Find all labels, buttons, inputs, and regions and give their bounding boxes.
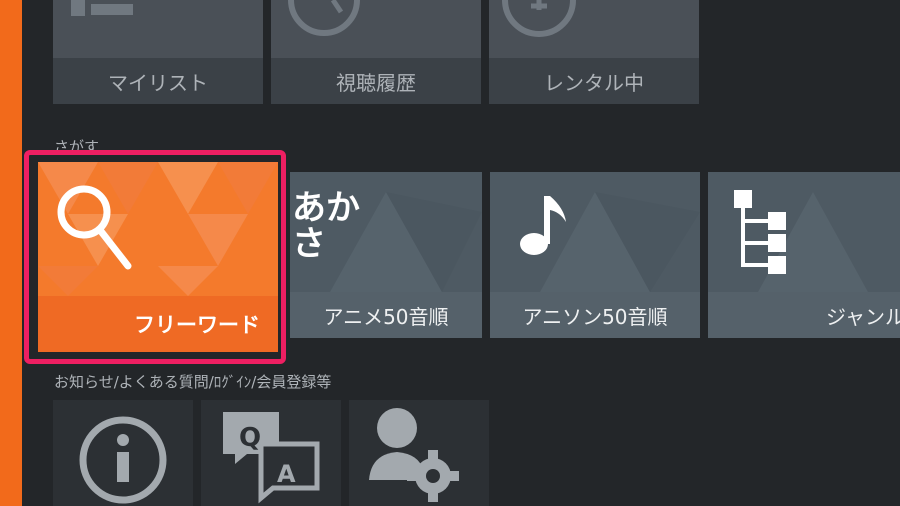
anime-kana-label: アニメ50音順 [290, 292, 482, 338]
mylist-label: マイリスト [108, 70, 208, 95]
user-settings-icon [369, 408, 459, 502]
freeword-tile[interactable]: フリーワード [38, 162, 278, 352]
search-icon [57, 185, 132, 270]
genre-label: ジャンル [708, 292, 900, 338]
history-icon [288, 0, 360, 36]
freeword-label: フリーワード [38, 296, 278, 352]
music-note-icon [520, 196, 566, 255]
anison-kana-label: アニソン50音順 [490, 292, 700, 338]
svg-text:Q: Q [239, 423, 261, 453]
rental-label: レンタル中 [544, 70, 644, 95]
rental-icon [502, 0, 576, 37]
info-icon [79, 416, 167, 504]
info-section-title: お知らせ/よくある質問/ﾛｸﾞｲﾝ/会員登録等 [54, 373, 332, 391]
kana-icon: あかさ [292, 188, 360, 264]
qa-icon: Q A [223, 412, 320, 504]
info-tile[interactable] [53, 400, 193, 506]
history-label: 視聴履歴 [336, 70, 416, 95]
history-tile[interactable]: 視聴履歴 [271, 0, 481, 104]
anison-kana-tile[interactable]: アニソン50音順 [490, 172, 700, 338]
anime-kana-tile[interactable]: あかさ アニメ50音順 [290, 172, 482, 338]
svg-text:A: A [277, 460, 296, 488]
account-tile[interactable] [349, 400, 489, 506]
tree-icon [734, 190, 786, 274]
genre-tile[interactable]: ジャンル [708, 172, 900, 338]
mylist-tile[interactable]: マイリスト [53, 0, 263, 104]
list-icon [71, 0, 133, 16]
rental-tile[interactable]: レンタル中 [489, 0, 699, 104]
faq-tile[interactable]: Q A [201, 400, 341, 506]
left-accent-bar [0, 0, 22, 506]
